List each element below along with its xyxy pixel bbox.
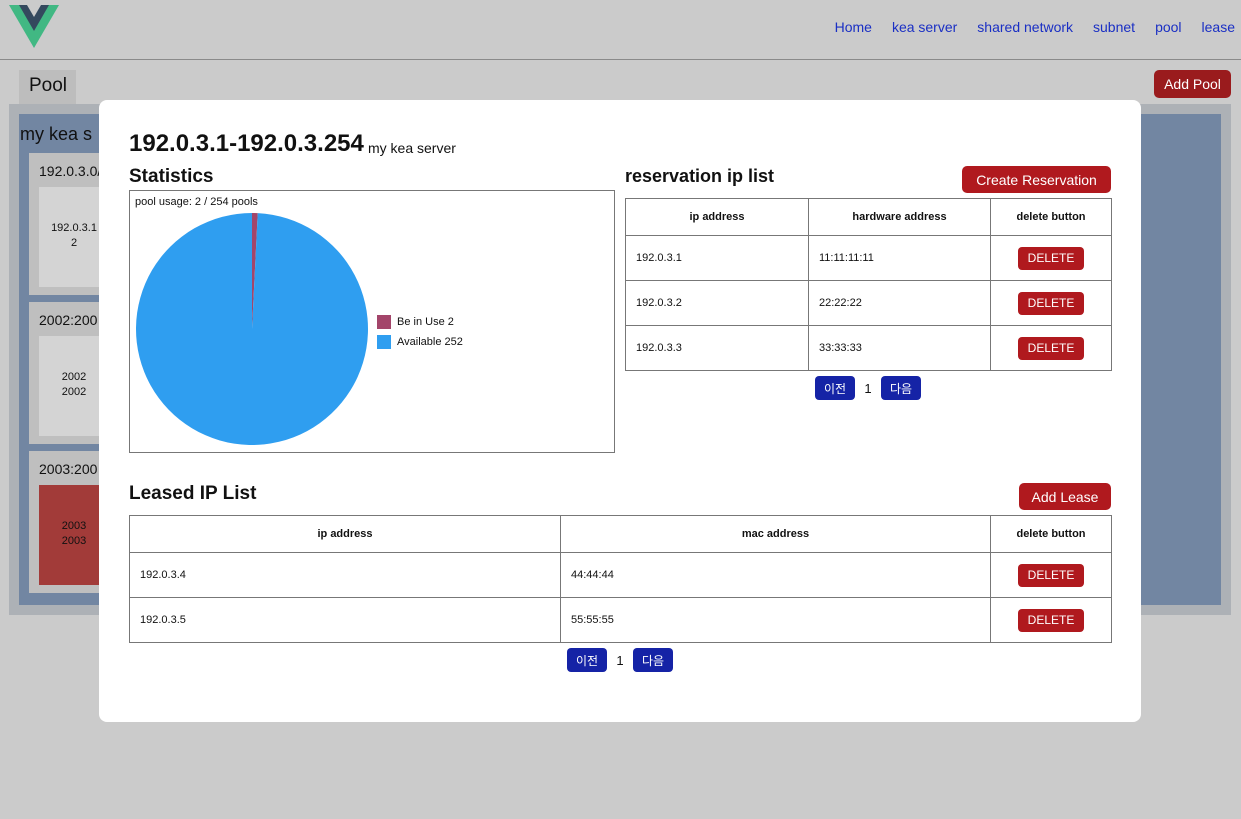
table-row: 192.0.3.2 22:22:22 DELETE xyxy=(625,280,1112,326)
subnet-card[interactable]: 2003:200 2003 2003 xyxy=(29,451,109,593)
leased-title: Leased IP List xyxy=(129,483,257,504)
pool-chip-line: 2002 xyxy=(61,386,87,398)
reservation-title: reservation ip list xyxy=(625,166,775,186)
delete-button[interactable]: DELETE xyxy=(1018,291,1084,315)
pie-slice-available xyxy=(136,213,368,445)
legend-label: Available xyxy=(397,336,442,348)
column-header: hardware address xyxy=(808,198,991,236)
column-header: delete button xyxy=(990,198,1112,236)
mac-cell: 55:55:55 xyxy=(560,597,991,643)
pool-chip-line: 2002 xyxy=(61,371,87,383)
top-navbar: Home kea server shared network subnet po… xyxy=(0,0,1241,60)
delete-button[interactable]: DELETE xyxy=(1018,336,1084,360)
ip-cell: 192.0.3.5 xyxy=(129,597,561,643)
leased-pagination: 이전 1 다음 xyxy=(567,648,673,672)
delete-button[interactable]: DELETE xyxy=(1018,246,1084,270)
statistics-chart: pool usage: 2 / 254 pools Be in Use 2 Av… xyxy=(129,190,615,453)
table-row: 192.0.3.1 11:11:11:11 DELETE xyxy=(625,235,1112,281)
delete-button[interactable]: DELETE xyxy=(1018,563,1084,587)
nav-subnet[interactable]: subnet xyxy=(1093,19,1135,35)
legend-swatch xyxy=(377,315,391,329)
nav-kea-server[interactable]: kea server xyxy=(892,19,957,35)
chart-legend: Be in Use 2 Available 252 xyxy=(377,312,463,352)
table-row: 192.0.3.4 44:44:44 DELETE xyxy=(129,552,1112,598)
action-cell: DELETE xyxy=(990,235,1112,281)
table-header-row: ip address mac address delete button xyxy=(129,515,1112,553)
nav-home[interactable]: Home xyxy=(835,19,872,35)
column-header: mac address xyxy=(560,515,991,553)
pool-range-title: 192.0.3.1-192.0.3.254 xyxy=(129,130,364,157)
legend-item: Available 252 xyxy=(377,332,463,352)
mac-cell: 44:44:44 xyxy=(560,552,991,598)
hardware-cell: 22:22:22 xyxy=(808,280,991,326)
pool-chip-line: 2 xyxy=(70,237,78,249)
create-reservation-button[interactable]: Create Reservation xyxy=(962,166,1111,193)
legend-label: Be in Use xyxy=(397,316,445,328)
add-pool-button[interactable]: Add Pool xyxy=(1154,70,1231,98)
column-header: ip address xyxy=(129,515,561,553)
action-cell: DELETE xyxy=(990,552,1112,598)
action-cell: DELETE xyxy=(990,280,1112,326)
ip-cell: 192.0.3.4 xyxy=(129,552,561,598)
subnet-card-title: 2002:200 xyxy=(39,312,98,328)
column-header: ip address xyxy=(625,198,809,236)
pool-usage-label: pool usage: 2 / 254 pools xyxy=(135,196,258,208)
hardware-cell: 33:33:33 xyxy=(808,325,991,371)
action-cell: DELETE xyxy=(990,597,1112,643)
table-row: 192.0.3.5 55:55:55 DELETE xyxy=(129,597,1112,643)
hardware-cell: 11:11:11:11 xyxy=(808,235,991,281)
pool-detail-modal: 192.0.3.1-192.0.3.254 my kea server Stat… xyxy=(99,100,1141,722)
ip-cell: 192.0.3.2 xyxy=(625,280,809,326)
ip-cell: 192.0.3.1 xyxy=(625,235,809,281)
pool-chip-line: 2003 xyxy=(61,520,87,532)
nav-menu: Home kea server shared network subnet po… xyxy=(835,19,1241,35)
prev-page-button[interactable]: 이전 xyxy=(815,376,855,400)
legend-item: Be in Use 2 xyxy=(377,312,463,332)
subnet-card-title: 192.0.3.0/ xyxy=(39,163,102,179)
next-page-button[interactable]: 다음 xyxy=(633,648,673,672)
reservation-table: ip address hardware address delete butto… xyxy=(625,198,1112,371)
next-page-button[interactable]: 다음 xyxy=(881,376,921,400)
table-row: 192.0.3.3 33:33:33 DELETE xyxy=(625,325,1112,371)
pool-server-name: my kea server xyxy=(368,140,456,156)
reservation-pagination: 이전 1 다음 xyxy=(815,376,921,400)
page-number: 1 xyxy=(864,380,872,396)
leased-table: ip address mac address delete button 192… xyxy=(129,515,1112,643)
vue-logo-icon[interactable] xyxy=(9,5,59,49)
legend-value: 2 xyxy=(447,316,454,328)
tab-pool[interactable]: Pool xyxy=(19,70,76,104)
subnet-card[interactable]: 192.0.3.0/ 192.0.3.1 2 xyxy=(29,153,109,295)
ip-cell: 192.0.3.3 xyxy=(625,325,809,371)
action-cell: DELETE xyxy=(990,325,1112,371)
column-header: delete button xyxy=(990,515,1112,553)
statistics-title: Statistics xyxy=(129,166,214,187)
nav-lease[interactable]: lease xyxy=(1202,19,1235,35)
nav-pool[interactable]: pool xyxy=(1155,19,1181,35)
add-lease-button[interactable]: Add Lease xyxy=(1019,483,1111,510)
pool-usage-pie xyxy=(136,213,368,445)
pool-chip-line: 192.0.3.1 xyxy=(51,222,97,234)
nav-shared-network[interactable]: shared network xyxy=(977,19,1073,35)
delete-button[interactable]: DELETE xyxy=(1018,608,1084,632)
subnet-card-title: 2003:200 xyxy=(39,461,98,477)
table-header-row: ip address hardware address delete butto… xyxy=(625,198,1112,236)
legend-value: 252 xyxy=(444,336,463,348)
legend-swatch xyxy=(377,335,391,349)
prev-page-button[interactable]: 이전 xyxy=(567,648,607,672)
pool-chip-line: 2003 xyxy=(61,535,87,547)
server-title: my kea s xyxy=(20,124,93,144)
subnet-card[interactable]: 2002:200 2002 2002 xyxy=(29,302,109,444)
page-number: 1 xyxy=(616,652,624,668)
